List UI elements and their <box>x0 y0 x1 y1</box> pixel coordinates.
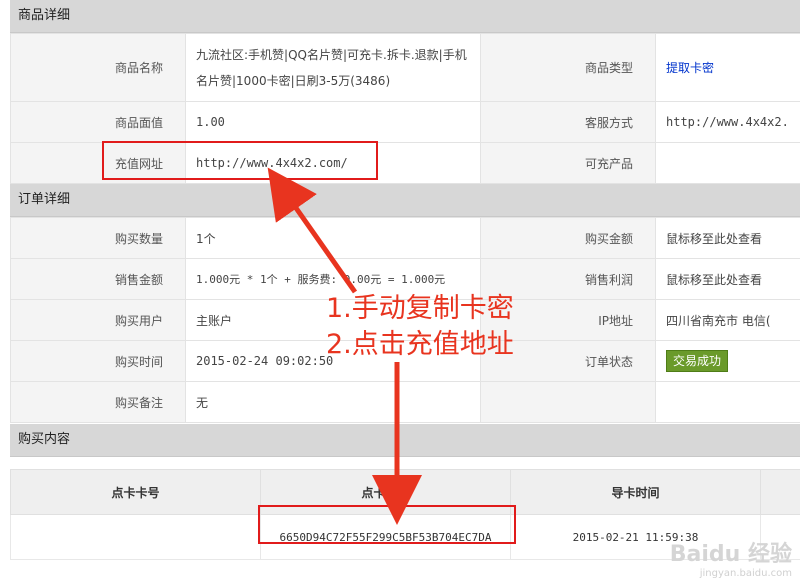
order-detail-page: 商品详细 商品名称 九流社区:手机赞|QQ名片赞|可充卡.拆卡.退款|手机名片赞… <box>10 0 800 560</box>
note-label: 购买备注 <box>10 381 186 423</box>
profit-value[interactable]: 鼠标移至此处查看 <box>655 258 800 300</box>
goods-section-title: 商品详细 <box>10 0 800 33</box>
face-value: 1.00 <box>185 101 481 143</box>
col-card-number: 点卡卡号 <box>10 469 261 515</box>
goods-row-name: 商品名称 九流社区:手机赞|QQ名片赞|可充卡.拆卡.退款|手机名片赞|1000… <box>10 33 800 102</box>
annotation-step-1: 1.手动复制卡密 <box>326 293 514 324</box>
annotation-step-2: 2.点击充值地址 <box>326 329 514 360</box>
baidu-jingyan-watermark: Baidu 经验 jingyan.baidu.com <box>670 536 792 579</box>
sale-label: 销售金额 <box>10 258 186 300</box>
recharge-url-highlight <box>102 141 378 180</box>
col-import-time: 导卡时间 <box>510 469 761 515</box>
card-password-highlight <box>258 505 516 544</box>
goods-row-face: 商品面值 1.00 客服方式 http://www.4x4x2. <box>10 101 800 143</box>
amount-value[interactable]: 鼠标移至此处查看 <box>655 217 800 259</box>
watermark-url: jingyan.baidu.com <box>699 568 792 579</box>
watermark-logo: Baidu 经验 <box>669 542 792 567</box>
time-label: 购买时间 <box>10 340 186 382</box>
qty-label: 购买数量 <box>10 217 186 259</box>
order-row-qty: 购买数量 1个 购买金额 鼠标移至此处查看 <box>10 217 800 259</box>
service-label: 客服方式 <box>480 101 656 143</box>
goods-type-link[interactable]: 提取卡密 <box>666 61 714 75</box>
goods-name-value: 九流社区:手机赞|QQ名片赞|可充卡.拆卡.退款|手机名片赞|1000卡密|日刷… <box>185 33 481 102</box>
user-label: 购买用户 <box>10 299 186 341</box>
amount-label: 购买金额 <box>480 217 656 259</box>
status-badge: 交易成功 <box>666 350 729 372</box>
face-value-label: 商品面值 <box>10 101 186 143</box>
ip-value: 四川省南充市 电信( <box>655 299 800 341</box>
product-value <box>655 142 800 184</box>
product-label: 可充产品 <box>480 142 656 184</box>
card-number-cell <box>10 514 261 560</box>
service-value: http://www.4x4x2. <box>655 101 800 143</box>
qty-value: 1个 <box>185 217 481 259</box>
note-value: 无 <box>185 381 481 423</box>
content-section-title: 购买内容 <box>10 424 800 457</box>
order-row-note: 购买备注 无 <box>10 381 800 423</box>
goods-type-label: 商品类型 <box>480 33 656 102</box>
goods-name-label: 商品名称 <box>10 33 186 102</box>
order-section-title: 订单详细 <box>10 184 800 217</box>
